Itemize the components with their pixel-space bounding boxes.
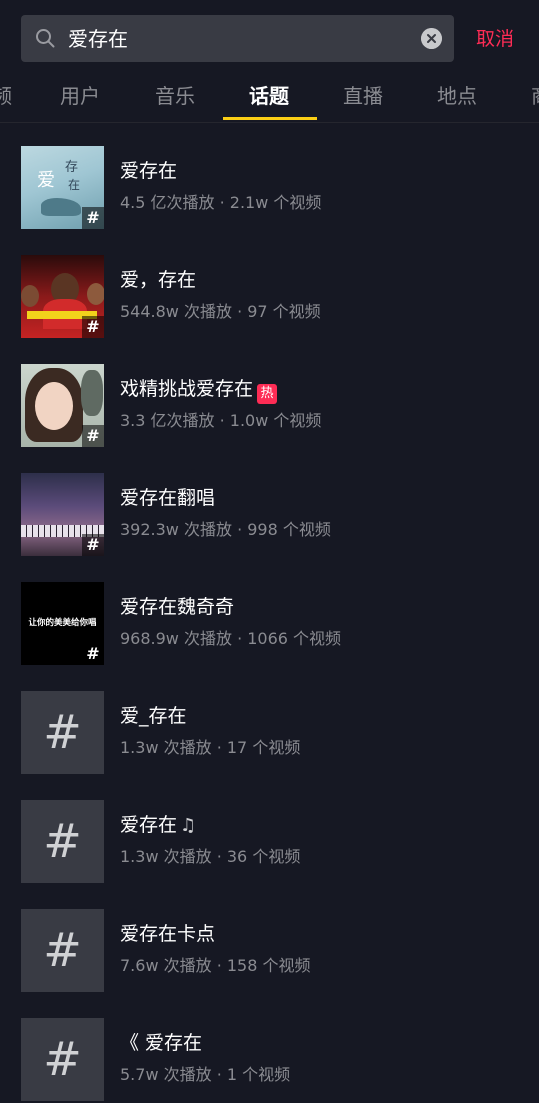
search-input[interactable]: 爱存在	[68, 26, 128, 52]
topic-title: 爱存在	[120, 160, 178, 182]
active-tab-indicator	[223, 117, 317, 120]
topic-title: 爱存在翻唱	[120, 487, 216, 509]
topic-thumbnail: 爱 存 在 #	[21, 146, 104, 229]
topic-title: 《 爱存在	[120, 1032, 203, 1054]
topic-row[interactable]: # 戏精挑战爱存在热 3.3 亿次播放 · 1.0w 个视频	[0, 340, 539, 449]
topic-row[interactable]: 爱 存 在 # 爱存在 4.5 亿次播放 · 2.1w 个视频	[0, 122, 539, 231]
topic-row[interactable]: # 爱，存在 544.8w 次播放 · 97 个视频	[0, 231, 539, 340]
topic-thumbnail: 让你的美美给你唱 #	[21, 582, 104, 665]
search-bar[interactable]: 爱存在	[21, 15, 454, 62]
hashtag-icon: #	[43, 923, 82, 977]
topic-row[interactable]: # 爱存在 ♫ 1.3w 次播放 · 36 个视频	[0, 776, 539, 885]
topic-stats: 968.9w 次播放 · 1066 个视频	[120, 629, 342, 648]
hot-badge: 热	[257, 384, 278, 404]
clear-icon[interactable]	[421, 28, 442, 49]
topic-title: 戏精挑战爱存在热	[120, 376, 278, 404]
topic-stats: 5.7w 次播放 · 1 个视频	[120, 1065, 291, 1084]
topic-stats: 4.5 亿次播放 · 2.1w 个视频	[120, 193, 322, 212]
hashtag-icon: #	[82, 425, 104, 447]
thumbnail-figure	[35, 382, 73, 430]
topic-title: 爱存在 ♫	[120, 812, 196, 839]
thumbnail-figure	[21, 285, 39, 307]
topic-thumbnail: #	[21, 800, 104, 883]
topic-title: 爱，存在	[120, 269, 197, 291]
topic-title: 爱存在魏奇奇	[120, 596, 235, 618]
topic-row[interactable]: 让你的美美给你唱 # 爱存在魏奇奇 968.9w 次播放 · 1066 个视频	[0, 558, 539, 667]
topic-thumbnail: #	[21, 691, 104, 774]
hashtag-icon: #	[82, 207, 104, 229]
cancel-button[interactable]: 取消	[476, 26, 514, 52]
topic-title-text: 戏精挑战爱存在	[120, 378, 254, 400]
topic-stats: 544.8w 次播放 · 97 个视频	[120, 302, 321, 321]
thumbnail-text: 爱	[37, 170, 55, 191]
topic-thumbnail: #	[21, 473, 104, 556]
thumbnail-figure	[41, 198, 81, 216]
hashtag-icon: #	[82, 534, 104, 556]
topic-thumbnail: #	[21, 1018, 104, 1101]
tab-video[interactable]: 频	[0, 83, 12, 109]
hashtag-icon: #	[82, 316, 104, 338]
topic-stats: 7.6w 次播放 · 158 个视频	[120, 956, 311, 975]
thumbnail-text: 存	[65, 160, 79, 175]
tab-music[interactable]: 音乐	[155, 83, 195, 109]
topic-row[interactable]: # 爱_存在 1.3w 次播放 · 17 个视频	[0, 667, 539, 776]
thumbnail-text: 在	[68, 178, 81, 192]
topic-title: 爱_存在	[120, 705, 187, 727]
topic-thumbnail: #	[21, 255, 104, 338]
topic-stats: 1.3w 次播放 · 36 个视频	[120, 847, 301, 866]
topic-row[interactable]: # 爱存在翻唱 392.3w 次播放 · 998 个视频	[0, 449, 539, 558]
tab-topics[interactable]: 话题	[249, 83, 289, 109]
category-tabs: 频 用户 音乐 话题 直播 地点 商	[0, 72, 539, 123]
thumbnail-figure	[87, 283, 104, 305]
topic-row[interactable]: # 爱存在卡点 7.6w 次播放 · 158 个视频	[0, 885, 539, 994]
hashtag-icon: #	[82, 643, 104, 665]
tab-products[interactable]: 商	[531, 83, 539, 109]
search-icon	[36, 29, 55, 48]
topic-thumbnail: #	[21, 909, 104, 992]
topic-title: 爱存在卡点	[120, 923, 216, 945]
hashtag-icon: #	[43, 814, 82, 868]
tab-places[interactable]: 地点	[437, 83, 477, 109]
tab-live[interactable]: 直播	[343, 83, 383, 109]
topic-stats: 3.3 亿次播放 · 1.0w 个视频	[120, 411, 322, 430]
topic-thumbnail: #	[21, 364, 104, 447]
topic-row[interactable]: # 《 爱存在 5.7w 次播放 · 1 个视频	[0, 994, 539, 1103]
hashtag-icon: #	[43, 1032, 82, 1086]
topic-stats: 392.3w 次播放 · 998 个视频	[120, 520, 331, 539]
topic-title-text: 爱存在	[120, 814, 178, 836]
tab-users[interactable]: 用户	[60, 83, 100, 109]
music-note-icon: ♫	[180, 815, 197, 836]
thumbnail-figure	[81, 370, 103, 416]
hashtag-icon: #	[43, 705, 82, 759]
thumbnail-text: 让你的美美给你唱	[28, 618, 97, 628]
topic-stats: 1.3w 次播放 · 17 个视频	[120, 738, 301, 757]
